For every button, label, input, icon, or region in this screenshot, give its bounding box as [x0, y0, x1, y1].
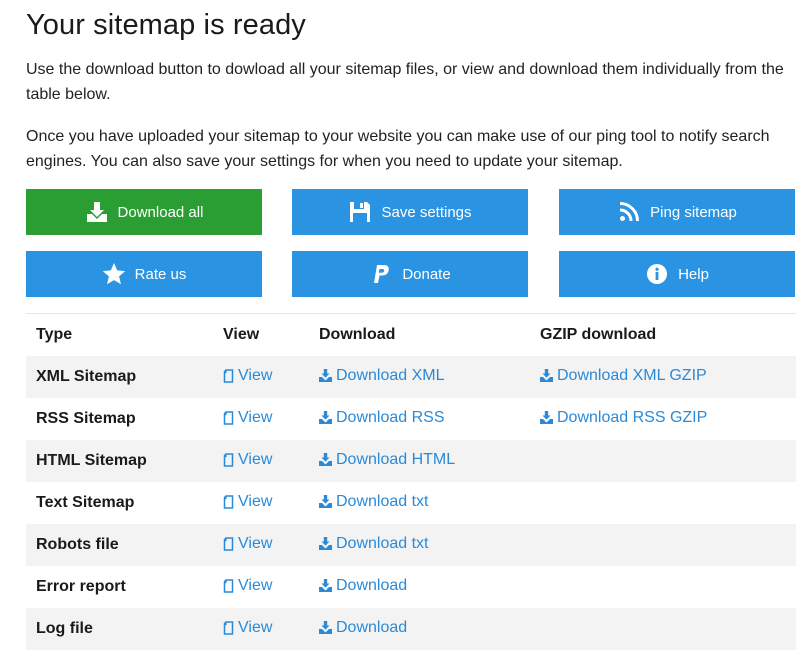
- view-link[interactable]: View: [223, 493, 272, 511]
- sitemap-files-table: Type View Download GZIP download XML Sit…: [26, 313, 796, 650]
- view-link-label: View: [238, 492, 273, 510]
- view-link[interactable]: View: [223, 535, 272, 553]
- view-link[interactable]: View: [223, 451, 272, 469]
- ping-sitemap-button[interactable]: Ping sitemap: [559, 189, 795, 235]
- download-link[interactable]: Download HTML: [319, 451, 455, 469]
- file-icon: [223, 368, 234, 383]
- table-row: HTML Sitemap View Download HTML: [26, 440, 796, 482]
- row-type-label: Robots file: [36, 536, 119, 553]
- empty-cell: [530, 566, 796, 608]
- file-icon: [223, 620, 234, 635]
- donate-button[interactable]: Donate: [292, 251, 528, 297]
- ping-sitemap-label: Ping sitemap: [650, 203, 737, 221]
- empty-cell: [530, 608, 796, 650]
- view-link-label: View: [238, 618, 273, 636]
- save-settings-button[interactable]: Save settings: [292, 189, 528, 235]
- info-icon: [645, 262, 669, 286]
- rate-us-label: Rate us: [134, 265, 187, 283]
- table-header-row: Type View Download GZIP download: [26, 314, 796, 357]
- file-icon: [223, 410, 234, 425]
- download-link-label: Download RSS: [336, 408, 445, 426]
- rate-us-button[interactable]: Rate us: [26, 251, 262, 297]
- download-link[interactable]: Download txt: [319, 535, 429, 553]
- download-icon: [319, 579, 332, 593]
- table-row: Error report View Download: [26, 566, 796, 608]
- view-link-label: View: [238, 366, 273, 384]
- row-type-label: HTML Sitemap: [36, 452, 147, 469]
- save-settings-label: Save settings: [381, 203, 472, 221]
- floppy-disk-icon: [348, 200, 372, 224]
- file-icon: [223, 536, 234, 551]
- download-icon: [319, 621, 332, 635]
- download-icon: [540, 369, 553, 383]
- download-link-label: Download txt: [336, 534, 429, 552]
- gzip-download-link-label: Download XML GZIP: [557, 366, 707, 384]
- download-link-label: Download txt: [336, 492, 429, 510]
- row-type-label: RSS Sitemap: [36, 410, 136, 427]
- download-link-label: Download: [336, 576, 408, 594]
- download-icon: [319, 495, 332, 509]
- download-link-label: Download XML: [336, 366, 445, 384]
- row-type-label: Error report: [36, 578, 126, 595]
- file-icon: [223, 452, 234, 467]
- download-link-label: Download HTML: [336, 450, 456, 468]
- download-icon: [319, 369, 332, 383]
- table-row: XML Sitemap View Download XML Download XML …: [26, 356, 796, 398]
- ping-info-paragraph: Once you have uploaded your sitemap to y…: [26, 128, 770, 170]
- view-link[interactable]: View: [223, 619, 272, 637]
- download-link[interactable]: Download txt: [319, 493, 429, 511]
- download-link[interactable]: Download: [319, 619, 407, 637]
- page-title: Your sitemap is ready: [26, 9, 306, 41]
- row-type-label: Log file: [36, 620, 93, 637]
- table-row: Text Sitemap View Download txt: [26, 482, 796, 524]
- gzip-download-link[interactable]: Download XML GZIP: [540, 367, 707, 385]
- table-row: Robots file View Download txt: [26, 524, 796, 566]
- view-link[interactable]: View: [223, 367, 272, 385]
- download-icon: [319, 537, 332, 551]
- column-header-download: Download: [319, 326, 396, 343]
- file-icon: [223, 578, 234, 593]
- empty-cell: [530, 440, 796, 482]
- column-header-type: Type: [36, 326, 73, 343]
- download-icon: [319, 453, 332, 467]
- download-link-label: Download: [336, 618, 408, 636]
- row-type-label: Text Sitemap: [36, 494, 135, 511]
- download-all-button[interactable]: Download all: [26, 189, 262, 235]
- gzip-download-link-label: Download RSS GZIP: [557, 408, 708, 426]
- view-link[interactable]: View: [223, 409, 272, 427]
- download-icon: [540, 411, 553, 425]
- view-link-label: View: [238, 450, 273, 468]
- column-header-gzip: GZIP download: [540, 326, 657, 343]
- view-link[interactable]: View: [223, 577, 272, 595]
- download-all-label: Download all: [117, 203, 204, 221]
- gzip-download-link[interactable]: Download RSS GZIP: [540, 409, 707, 427]
- donate-label: Donate: [402, 265, 451, 283]
- help-label: Help: [678, 265, 709, 283]
- table-row: RSS Sitemap View Download RSS Download RSS …: [26, 398, 796, 440]
- download-tray-icon: [85, 200, 109, 224]
- help-button[interactable]: Help: [559, 251, 795, 297]
- download-link[interactable]: Download XML: [319, 367, 445, 385]
- empty-cell: [530, 482, 796, 524]
- view-link-label: View: [238, 534, 273, 552]
- download-link[interactable]: Download RSS: [319, 409, 445, 427]
- download-icon: [319, 411, 332, 425]
- paypal-icon: [369, 262, 393, 286]
- intro-paragraph: Use the download button to dowload all y…: [26, 61, 784, 103]
- empty-cell: [530, 524, 796, 566]
- view-link-label: View: [238, 408, 273, 426]
- download-link[interactable]: Download: [319, 577, 407, 595]
- row-type-label: XML Sitemap: [36, 368, 137, 385]
- star-icon: [102, 262, 126, 286]
- table-row: Log file View Download: [26, 608, 796, 650]
- rss-feed-icon: [617, 200, 641, 224]
- file-icon: [223, 494, 234, 509]
- column-header-view: View: [223, 326, 260, 343]
- view-link-label: View: [238, 576, 273, 594]
